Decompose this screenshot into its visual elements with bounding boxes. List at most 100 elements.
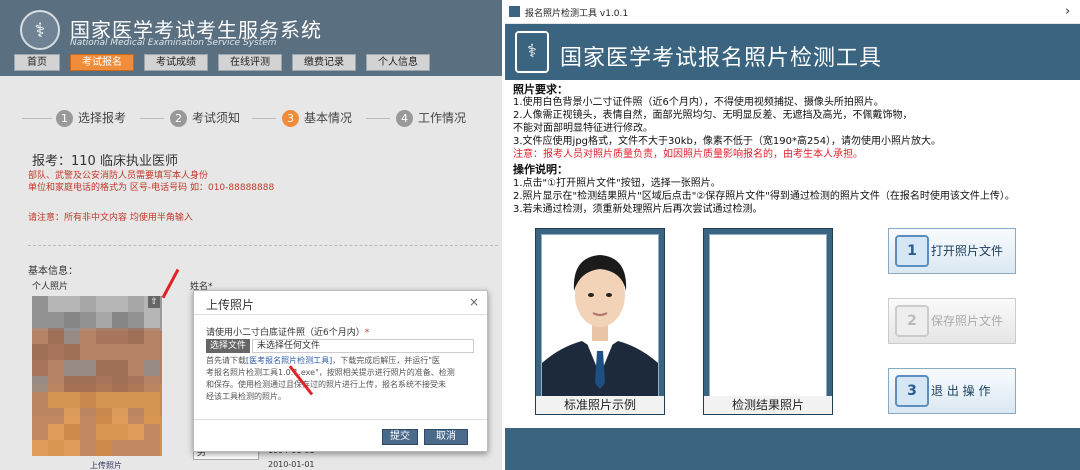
mosaic-tile bbox=[96, 312, 112, 328]
nav-exam-scores[interactable]: 考试成绩 bbox=[144, 54, 208, 71]
mosaic-tile bbox=[80, 424, 96, 440]
red-arrow-upload-icon bbox=[161, 268, 180, 299]
mosaic-tile bbox=[64, 344, 80, 360]
requirement-2: 2.人像需正视镜头，表情自然，面部光照均匀、无明显反差、无遮挡及高光，不佩戴饰物… bbox=[513, 110, 913, 121]
submit-button[interactable]: 提交 bbox=[382, 429, 418, 445]
mosaic-tile bbox=[112, 328, 128, 344]
mosaic-tile bbox=[32, 408, 48, 424]
instruction-text: 考报名照片检测工具1.0.1.exe"，按照相关提示进行照片的准备、检测 bbox=[206, 368, 455, 377]
result-photo-frame: 检测结果照片 bbox=[703, 228, 833, 415]
cancel-button[interactable]: 取消 bbox=[424, 429, 468, 445]
operation-3: 3.若未通过检测，须重新处理照片后再次尝试通过检测。 bbox=[513, 204, 763, 215]
mosaic-tile bbox=[96, 408, 112, 424]
step-divider bbox=[140, 118, 164, 119]
mosaic-tile bbox=[128, 424, 144, 440]
mosaic-tile bbox=[64, 328, 80, 344]
folder-icon: 1 bbox=[895, 235, 929, 267]
mosaic-tile bbox=[128, 312, 144, 328]
step-2: 2 考试须知 bbox=[170, 109, 240, 129]
mosaic-tile bbox=[48, 424, 64, 440]
mosaic-tile bbox=[96, 424, 112, 440]
mosaic-tile bbox=[48, 392, 64, 408]
mosaic-tile bbox=[48, 376, 64, 392]
tool-title: 国家医学考试报名照片检测工具 bbox=[560, 46, 883, 71]
exit-button[interactable]: 3 退 出 操 作 bbox=[888, 368, 1016, 414]
mosaic-tile bbox=[32, 328, 48, 344]
mosaic-tile bbox=[144, 312, 160, 328]
instruction-text: 和保存。使用检测通过且保存过的照片进行上传，报名系统不接受未 bbox=[206, 380, 446, 389]
mosaic-tile bbox=[80, 328, 96, 344]
mosaic-tile bbox=[128, 376, 144, 392]
dialog-title: 上传照片 bbox=[206, 298, 255, 312]
mosaic-tile bbox=[128, 344, 144, 360]
sample-photo-frame: 标准照片示例 bbox=[535, 228, 665, 415]
upload-photo-dialog: 上传照片 × 请使用小二寸白底证件照（近6个月内）* 选择文件 未选择任何文件 … bbox=[193, 290, 488, 452]
save-photo-button[interactable]: 2 保存照片文件 bbox=[888, 298, 1016, 344]
mosaic-tile bbox=[32, 360, 48, 376]
photo-requirement: 请使用小二寸白底证件照（近6个月内）* bbox=[206, 325, 369, 338]
step-divider bbox=[252, 118, 276, 119]
upload-photo-link[interactable]: 上传照片 bbox=[90, 460, 122, 470]
basic-info-heading: 基本信息： bbox=[28, 266, 78, 277]
step-4: 4 工作情况 bbox=[396, 109, 466, 129]
mosaic-tile bbox=[80, 392, 96, 408]
nav-payment-records[interactable]: 缴费记录 bbox=[292, 54, 356, 71]
mosaic-tile bbox=[128, 440, 144, 456]
instruction-text: ，下载完成后解压，并运行"医 bbox=[332, 356, 440, 365]
nav-home[interactable]: 首页 bbox=[14, 54, 60, 71]
mosaic-tile bbox=[128, 328, 144, 344]
result-photo-label: 检测结果照片 bbox=[704, 396, 832, 414]
mosaic-tile bbox=[64, 360, 80, 376]
result-photo-area bbox=[709, 234, 827, 398]
download-tool-link[interactable]: [医考报名照片检测工具] bbox=[246, 356, 332, 365]
mosaic-tile bbox=[80, 296, 96, 312]
mosaic-tile bbox=[144, 424, 160, 440]
close-icon[interactable]: × bbox=[469, 295, 479, 309]
choose-file-button[interactable]: 选择文件 bbox=[206, 339, 250, 353]
quality-warning: 注意：报考人员对照片质量负责，如因照片质量影响报名的，由考生本人承担。 bbox=[513, 149, 863, 160]
mosaic-tile bbox=[144, 392, 160, 408]
notice-phone-format: 单位和家庭电话的格式为 区号-电话号码 如：010-88888888 bbox=[28, 183, 275, 193]
window-close-icon[interactable]: › bbox=[1065, 4, 1070, 19]
mosaic-tile bbox=[96, 392, 112, 408]
mosaic-tile bbox=[80, 360, 96, 376]
required-marker: * bbox=[364, 328, 370, 338]
photo-label: 个人照片 bbox=[32, 282, 69, 292]
step-label: 选择报考 bbox=[78, 111, 127, 125]
mosaic-tile bbox=[144, 360, 160, 376]
emblem-logo-icon: ⚕ bbox=[515, 31, 549, 73]
mosaic-tile bbox=[64, 440, 80, 456]
mosaic-tile bbox=[48, 360, 64, 376]
mosaic-tile bbox=[112, 424, 128, 440]
open-photo-button[interactable]: 1 打开照片文件 bbox=[888, 228, 1016, 274]
mosaic-tile bbox=[112, 392, 128, 408]
mosaic-tile bbox=[64, 376, 80, 392]
step-label: 考试须知 bbox=[192, 111, 241, 125]
exit-arrow-icon: 3 bbox=[895, 375, 929, 407]
nav-exam-registration[interactable]: 考试报名 bbox=[70, 54, 134, 71]
step-number: 1 bbox=[56, 110, 73, 127]
mosaic-tile bbox=[64, 392, 80, 408]
requirement-3: 3.文件应使用jpg格式，文件不大于30kb，像素不低于（宽190*高254），… bbox=[513, 136, 942, 147]
mosaic-tile bbox=[96, 296, 112, 312]
operation-1: 1.点击"①打开照片文件"按钮，选择一张照片。 bbox=[513, 178, 721, 189]
mosaic-tile bbox=[80, 312, 96, 328]
sample-photo-label: 标准照片示例 bbox=[536, 396, 664, 414]
mosaic-tile bbox=[32, 312, 48, 328]
operations-heading: 操作说明： bbox=[513, 163, 568, 176]
step-divider bbox=[366, 118, 390, 119]
mosaic-tile bbox=[80, 376, 96, 392]
step-1: 1 选择报考 bbox=[56, 109, 126, 129]
emblem-logo-icon: ⚕ bbox=[20, 10, 60, 50]
exit-label: 退 出 操 作 bbox=[931, 384, 991, 398]
exam-service-panel: ⚕ 国家医学考试考生服务系统 National Medical Examinat… bbox=[0, 0, 502, 470]
mosaic-tile bbox=[80, 408, 96, 424]
mosaic-tile bbox=[144, 440, 160, 456]
mosaic-tile bbox=[96, 328, 112, 344]
nav-online-assessment[interactable]: 在线评测 bbox=[218, 54, 282, 71]
mosaic-tile bbox=[32, 424, 48, 440]
step-label: 工作情况 bbox=[418, 111, 467, 125]
step-number: 2 bbox=[170, 110, 187, 127]
nav-personal-info[interactable]: 个人信息 bbox=[366, 54, 430, 71]
upload-icon[interactable]: ⇧ bbox=[148, 296, 160, 308]
